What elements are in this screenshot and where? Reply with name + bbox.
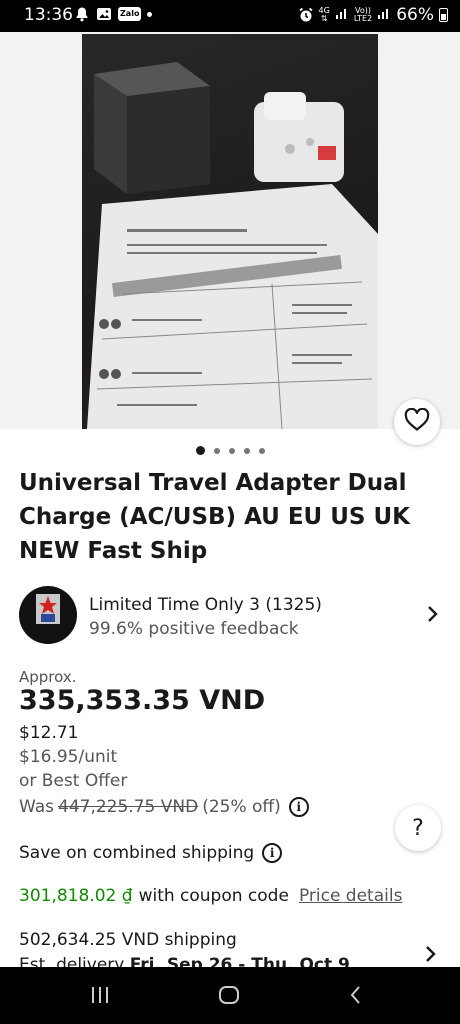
- coupon-row: 301,818.02 ₫ with coupon code Price deta…: [19, 886, 402, 906]
- carousel-dot-2[interactable]: [213, 447, 220, 454]
- more-notifications-dot: [147, 11, 153, 17]
- signal-2-icon: [377, 5, 391, 25]
- carousel-indicator: [0, 446, 460, 455]
- info-icon[interactable]: i: [262, 843, 283, 863]
- approx-label: Approx.: [19, 668, 77, 686]
- heart-icon: [404, 407, 430, 436]
- original-price: 447,225.75 VND: [58, 797, 199, 817]
- volte-icon: Vo)) LTE2: [353, 6, 373, 23]
- chevron-right-icon[interactable]: [424, 944, 438, 964]
- carousel-dot-3[interactable]: [228, 447, 235, 454]
- product-title: Universal Travel Adapter Dual Charge (AC…: [19, 470, 410, 564]
- usd-price: $12.71: [19, 723, 79, 743]
- home-icon[interactable]: [218, 985, 240, 1009]
- combined-shipping-label: Save on combined shipping: [19, 843, 255, 863]
- status-time: 13:36: [24, 5, 73, 25]
- back-icon[interactable]: [348, 985, 364, 1009]
- chevron-right-icon[interactable]: [426, 604, 440, 624]
- was-label: Was: [19, 797, 54, 817]
- gallery-icon: [96, 6, 112, 22]
- zalo-icon: Zalo: [118, 7, 142, 21]
- battery-icon: [439, 8, 448, 22]
- system-navigation-bar: [0, 967, 460, 1024]
- system-icons: 4G ⇅ Vo)) LTE2 66%: [298, 5, 448, 25]
- seller-avatar[interactable]: [19, 586, 77, 644]
- estimated-delivery: Est. delivery Fri, Sep 26 - Thu, Oct 9: [19, 955, 350, 967]
- product-photo[interactable]: [82, 34, 378, 429]
- delivery-dates: Fri, Sep 26 - Thu, Oct 9: [129, 955, 350, 967]
- unit-price: $16.95/unit: [19, 747, 118, 767]
- seller-info-row[interactable]: Limited Time Only 3 (1325) 99.6% positiv…: [19, 586, 444, 646]
- delivery-label: Est. delivery: [19, 955, 125, 967]
- coupon-price: 301,818.02 ₫: [19, 886, 133, 906]
- shipping-cost[interactable]: 502,634.25 VND shipping: [19, 930, 237, 950]
- carousel-dot-5[interactable]: [258, 447, 265, 454]
- was-price-row: Was 447,225.75 VND (25% off) i: [19, 797, 309, 817]
- item-price: 335,353.35 VND: [19, 685, 266, 716]
- carousel-dot-4[interactable]: [243, 447, 250, 454]
- add-to-watchlist-button[interactable]: [394, 399, 440, 445]
- network-4g-icon: 4G ⇅: [318, 6, 330, 23]
- battery-percent: 66%: [396, 5, 434, 25]
- product-image-carousel[interactable]: [0, 32, 460, 429]
- discount-percent: (25% off): [202, 797, 281, 817]
- alarm-icon: [298, 7, 314, 23]
- notification-icons: Zalo: [74, 6, 153, 22]
- best-offer-label: or Best Offer: [19, 771, 128, 791]
- status-bar: 13:36 Zalo 4G ⇅ Vo)) LTE2 66%: [0, 0, 460, 32]
- help-button[interactable]: ?: [395, 805, 441, 851]
- combined-shipping-row[interactable]: Save on combined shipping i: [19, 843, 283, 863]
- signal-icon: [335, 5, 349, 25]
- bell-icon: [74, 6, 90, 22]
- price-details-link[interactable]: Price details: [299, 886, 403, 906]
- coupon-label: with coupon code: [138, 886, 289, 906]
- recent-apps-icon[interactable]: [90, 985, 110, 1009]
- info-icon[interactable]: i: [288, 797, 309, 817]
- seller-feedback: 99.6% positive feedback: [89, 619, 299, 639]
- seller-name[interactable]: Limited Time Only 3 (1325): [89, 595, 322, 615]
- carousel-dot-1[interactable]: [195, 446, 205, 455]
